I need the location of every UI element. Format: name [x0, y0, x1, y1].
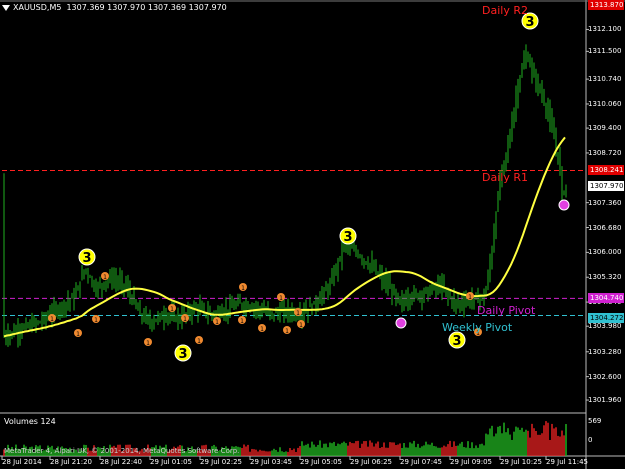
- volume-scale-bottom: 0: [588, 436, 593, 444]
- price-badge: 1304.272: [588, 312, 624, 323]
- svg-text:3: 3: [178, 347, 187, 362]
- time-scale-label: 29 Jul 03:45: [250, 458, 292, 466]
- price-scale-label: 1306.680: [588, 223, 622, 232]
- svg-text:1: 1: [240, 318, 244, 325]
- volume-scale-top: 569: [588, 417, 602, 425]
- price-scale-label: 1310.740: [588, 75, 622, 84]
- price-scale-label: 1307.360: [588, 198, 622, 207]
- svg-text:3: 3: [343, 230, 352, 245]
- svg-text:1: 1: [299, 322, 303, 329]
- pivot-touch-marker: [395, 317, 407, 329]
- svg-text:3: 3: [525, 15, 534, 30]
- level-label: Daily R2: [482, 4, 528, 17]
- svg-text:1: 1: [146, 340, 150, 347]
- price-badge: 1304.740: [588, 293, 624, 304]
- svg-text:1: 1: [260, 326, 264, 333]
- svg-text:1: 1: [285, 328, 289, 335]
- svg-text:1: 1: [197, 338, 201, 345]
- time-scale-label: 28 Jul 21:20: [50, 458, 92, 466]
- price-scale-label: 1306.000: [588, 248, 622, 257]
- time-scale-label: 29 Jul 02:25: [200, 458, 242, 466]
- level-label: Daily Pivot: [477, 304, 536, 317]
- price-badge: 1313.870: [588, 0, 624, 10]
- svg-text:1: 1: [296, 310, 300, 317]
- price-scale-label: 1308.720: [588, 148, 622, 157]
- chart-symbol: XAUUSD,M5: [13, 3, 62, 12]
- svg-text:1: 1: [50, 316, 54, 323]
- svg-text:1: 1: [103, 274, 107, 281]
- price-chart[interactable]: 33333111111111111111111: [0, 0, 625, 469]
- time-scale-label: 29 Jul 09:05: [450, 458, 492, 466]
- svg-text:1: 1: [279, 295, 283, 302]
- chart-header: XAUUSD,M5 1307.369 1307.970 1307.369 130…: [2, 2, 227, 14]
- price-badge: 1307.970: [588, 181, 624, 192]
- volume-indicator-label: Volumes 124: [4, 417, 56, 426]
- svg-text:1: 1: [170, 306, 174, 313]
- svg-text:1: 1: [215, 319, 219, 326]
- price-badge: 1308.241: [588, 165, 624, 176]
- level-label: Weekly Pivot: [442, 321, 513, 334]
- time-scale-label: 29 Jul 07:45: [400, 458, 442, 466]
- price-scale-label: 1303.980: [588, 322, 622, 331]
- price-scale-label: 1302.600: [588, 372, 622, 381]
- price-scale-label: 1305.320: [588, 273, 622, 282]
- dropdown-triangle-icon[interactable]: [2, 5, 10, 11]
- price-scale-label: 1309.400: [588, 124, 622, 133]
- price-scale-label: 1303.280: [588, 347, 622, 356]
- svg-text:1: 1: [241, 285, 245, 292]
- time-scale-label: 28 Jul 22:40: [100, 458, 142, 466]
- svg-text:1: 1: [76, 331, 80, 338]
- time-scale-label: 29 Jul 06:25: [350, 458, 392, 466]
- time-scale-label: 29 Jul 05:05: [300, 458, 342, 466]
- time-scale-label: 28 Jul 2014: [2, 458, 42, 466]
- time-scale-label: 29 Jul 10:25: [500, 458, 542, 466]
- price-scale-label: 1312.100: [588, 25, 622, 34]
- svg-text:1: 1: [94, 317, 98, 324]
- time-scale-label: 29 Jul 11:45: [546, 458, 588, 466]
- price-scale-label: 1310.060: [588, 99, 622, 108]
- pivot-touch-marker: [558, 199, 570, 211]
- chart-ohlc: 1307.369 1307.970 1307.369 1307.970: [66, 3, 227, 12]
- level-label: Daily R1: [482, 171, 528, 184]
- svg-text:3: 3: [452, 334, 461, 349]
- price-scale-label: 1301.960: [588, 396, 622, 405]
- price-scale-label: 1311.500: [588, 47, 622, 56]
- svg-text:1: 1: [183, 316, 187, 323]
- svg-text:1: 1: [468, 294, 472, 301]
- time-scale-label: 29 Jul 01:05: [150, 458, 192, 466]
- svg-text:3: 3: [82, 251, 91, 266]
- copyright-text: MetaTrader 4, Alpari UK, © 2001-2014, Me…: [4, 447, 240, 455]
